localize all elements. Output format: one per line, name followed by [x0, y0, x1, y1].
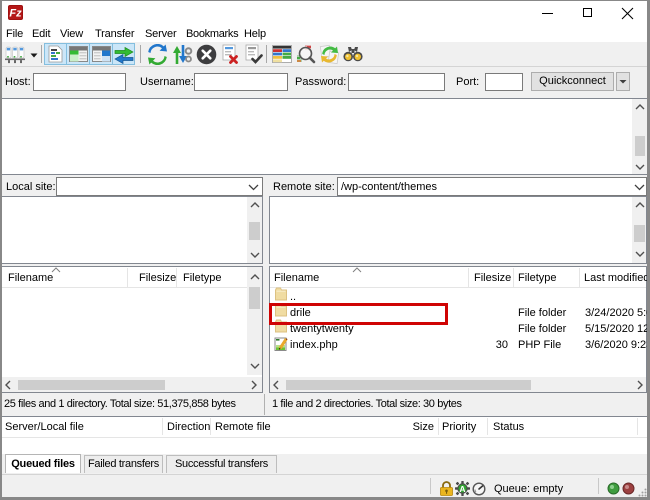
svg-text:Fz: Fz	[9, 8, 22, 20]
svg-text:A: A	[459, 484, 465, 494]
